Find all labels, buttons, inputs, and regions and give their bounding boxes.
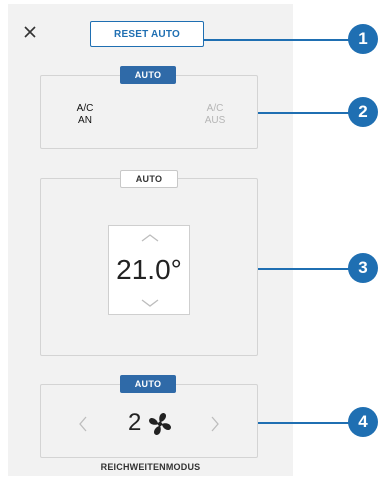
reset-auto-button[interactable]: RESET AUTO: [90, 21, 204, 47]
range-mode-label: REICHWEITENMODUS: [100, 462, 201, 472]
fan-icon: [149, 413, 171, 435]
callout-line-4: [258, 422, 350, 424]
fan-speed-value: 2: [128, 409, 142, 436]
callout-line-2: [258, 112, 350, 114]
temperature-value: 21.0°: [116, 254, 182, 285]
ac-on-line1: A/C: [76, 103, 94, 114]
temperature-up-icon[interactable]: [141, 234, 159, 242]
callout-badge-2: 2: [348, 97, 378, 127]
temperature-down-icon[interactable]: [141, 299, 159, 307]
callout-line-3: [258, 268, 350, 270]
fan-decrease-icon[interactable]: [79, 416, 87, 432]
callout-badge-4: 4: [348, 407, 378, 437]
callout-badge-3: 3: [348, 253, 378, 283]
fan-increase-icon[interactable]: [211, 416, 219, 432]
ac-on-line2: AN: [78, 115, 92, 126]
ac-on-option[interactable]: A/C AN: [70, 103, 100, 127]
ac-off-line1: A/C: [206, 103, 224, 114]
callout-badge-1: 1: [348, 24, 378, 54]
ac-auto-toggle[interactable]: AUTO: [120, 66, 176, 84]
ac-off-option[interactable]: A/C AUS: [200, 103, 230, 127]
fan-auto-toggle[interactable]: AUTO: [120, 375, 176, 393]
callout-line-1: [204, 39, 350, 41]
close-button[interactable]: [20, 22, 40, 42]
ac-off-line2: AUS: [204, 115, 226, 126]
temperature-auto-toggle[interactable]: AUTO: [120, 170, 178, 188]
temperature-control: 21.0°: [108, 225, 190, 315]
close-icon: [24, 26, 36, 38]
